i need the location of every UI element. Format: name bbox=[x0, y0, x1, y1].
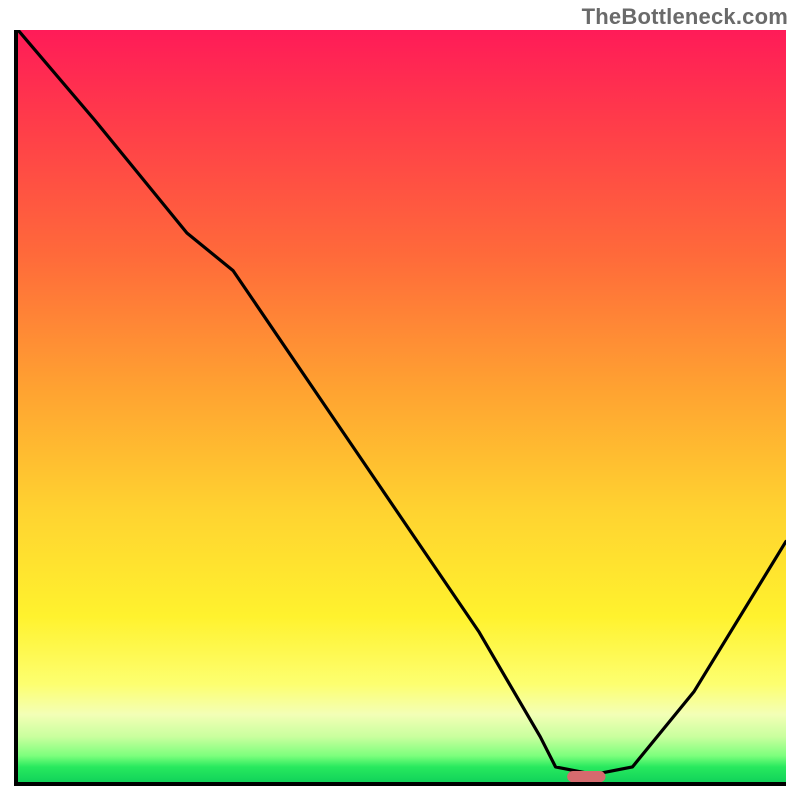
watermark-text: TheBottleneck.com bbox=[582, 4, 788, 30]
gradient-background bbox=[18, 30, 786, 782]
plot-area bbox=[14, 30, 786, 786]
chart-container: TheBottleneck.com bbox=[0, 0, 800, 800]
